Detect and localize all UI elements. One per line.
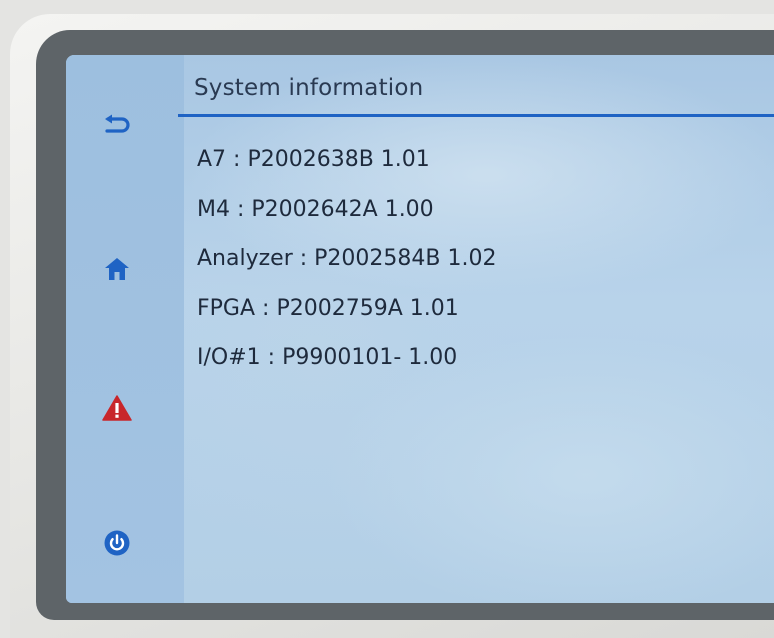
- back-arrow-icon: [105, 114, 130, 133]
- info-label: I/O#1: [197, 345, 261, 370]
- system-info-list: A7: P2002638B 1.01 M4: P2002642A 1.00 Anal…: [197, 147, 496, 395]
- info-value: P2002584B 1.02: [314, 246, 497, 271]
- info-separator: :: [236, 196, 245, 222]
- info-value: P2002642A 1.00: [251, 196, 434, 222]
- page-title: System information: [194, 75, 424, 101]
- info-label: M4: [197, 196, 230, 222]
- info-row-analyzer: Analyzer: P2002584B 1.02: [197, 246, 496, 296]
- info-value: P2002759A 1.01: [276, 295, 459, 321]
- home-icon: [105, 258, 129, 280]
- alarm-button[interactable]: [95, 386, 139, 430]
- info-label: A7: [197, 147, 227, 172]
- info-value: P9900101- 1.00: [282, 345, 458, 370]
- info-label: Analyzer: [197, 246, 293, 271]
- power-button[interactable]: [95, 521, 139, 565]
- info-row-a7: A7: P2002638B 1.01: [197, 147, 496, 197]
- info-separator: :: [267, 345, 276, 370]
- info-label: FPGA: [197, 295, 256, 321]
- sidebar: [66, 55, 184, 603]
- display-screen: System information A7: P2002638B 1.01 M4:…: [66, 55, 774, 603]
- home-button[interactable]: [95, 247, 139, 291]
- info-separator: :: [233, 147, 241, 172]
- power-icon: [104, 530, 130, 556]
- title-divider: [178, 114, 774, 117]
- warning-icon: [102, 395, 132, 421]
- info-separator: :: [299, 246, 308, 271]
- info-value: P2002638B 1.01: [247, 147, 430, 172]
- back-button[interactable]: [95, 103, 139, 147]
- info-separator: :: [262, 295, 270, 321]
- info-row-m4: M4: P2002642A 1.00: [197, 197, 496, 247]
- info-row-io1: I/O#1: P9900101- 1.00: [197, 345, 496, 395]
- info-row-fpga: FPGA: P2002759A 1.01: [197, 296, 496, 346]
